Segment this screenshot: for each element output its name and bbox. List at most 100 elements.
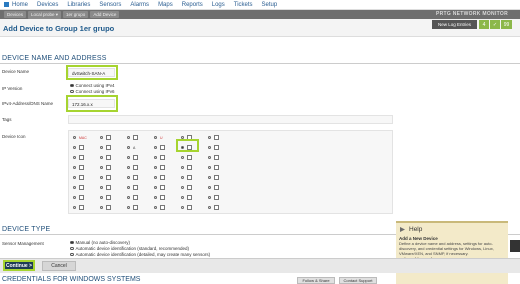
icon-option[interactable] [127, 183, 153, 192]
nav-devices[interactable]: Devices [37, 2, 58, 8]
device-icon [214, 165, 219, 170]
ipv6-radio[interactable]: Connect using IPv6 [70, 89, 115, 94]
icon-option[interactable] [208, 143, 234, 152]
device-icon [106, 195, 111, 200]
icon-option[interactable] [181, 173, 207, 182]
side-tab[interactable] [510, 240, 520, 252]
icon-option[interactable] [100, 193, 126, 202]
icon-option[interactable] [208, 153, 234, 162]
icon-option[interactable] [208, 173, 234, 182]
help-body: Define a device name and address, settin… [399, 241, 494, 256]
icon-option[interactable] [208, 133, 234, 142]
help-panel: Help Add a New Device Define a device na… [396, 221, 508, 284]
icon-option[interactable] [100, 153, 126, 162]
icon-option[interactable] [73, 183, 99, 192]
icon-option[interactable] [73, 173, 99, 182]
sensor-mgmt-manual-radio[interactable]: Manual (no auto-discovery) [70, 240, 130, 245]
icon-option[interactable]: MAC [73, 133, 99, 142]
icon-option[interactable] [127, 203, 153, 212]
nav-libraries[interactable]: Libraries [67, 2, 90, 8]
device-icon [187, 205, 192, 210]
icon-option[interactable] [208, 183, 234, 192]
icon-option[interactable] [181, 163, 207, 172]
icon-option[interactable] [181, 183, 207, 192]
icon-option[interactable] [73, 143, 99, 152]
device-name-label: Device Name [2, 69, 30, 74]
device-icon [214, 185, 219, 190]
page-title: Add Device to Group 1er grupo [3, 24, 115, 33]
icon-option[interactable] [73, 203, 99, 212]
ipv4-label: IPv4-Address/DNS Name [2, 101, 54, 106]
device-icon [160, 205, 165, 210]
device-icon [133, 165, 138, 170]
device-icon [214, 135, 219, 140]
icon-option[interactable] [208, 203, 234, 212]
device-icon [79, 165, 84, 170]
icon-option[interactable] [100, 183, 126, 192]
contact-support-button[interactable]: Contact Support [339, 277, 377, 284]
icon-option[interactable]: A [127, 143, 153, 152]
device-icon [106, 165, 111, 170]
ip-version-label: IP Version [2, 86, 23, 91]
device-icon [106, 185, 111, 190]
icon-option[interactable] [100, 143, 126, 152]
icon-option[interactable] [208, 193, 234, 202]
tags-input[interactable] [68, 115, 393, 124]
nav-setup[interactable]: Setup [262, 2, 278, 8]
icon-option[interactable] [154, 163, 180, 172]
check-icon[interactable]: ✓ [490, 20, 500, 29]
icon-option[interactable] [73, 193, 99, 202]
nav-maps[interactable]: Maps [158, 2, 173, 8]
device-icon [187, 195, 192, 200]
icon-option[interactable] [127, 163, 153, 172]
icon-option[interactable] [127, 153, 153, 162]
continue-button[interactable]: Continue > [3, 260, 35, 271]
icon-option[interactable] [73, 163, 99, 172]
device-icon [79, 155, 84, 160]
icon-option[interactable] [154, 153, 180, 162]
icon-option[interactable] [127, 173, 153, 182]
nav-reports[interactable]: Reports [182, 2, 203, 8]
nav-tickets[interactable]: Tickets [234, 2, 253, 8]
sensor-mgmt-detailed-radio[interactable]: Automatic device identification (detaile… [70, 252, 210, 257]
ipv4-radio[interactable]: Connect using IPv4 [70, 83, 115, 88]
icon-option[interactable] [100, 163, 126, 172]
nav-logs[interactable]: Logs [212, 2, 225, 8]
icon-option[interactable] [208, 163, 234, 172]
icon-option[interactable] [181, 193, 207, 202]
sensor-mgmt-auto-radio[interactable]: Automatic device identification (standar… [70, 246, 189, 251]
icon-option[interactable] [154, 173, 180, 182]
cancel-button[interactable]: Cancel [42, 261, 76, 271]
device-icon [160, 145, 165, 150]
icon-option[interactable] [127, 133, 153, 142]
icon-option[interactable] [154, 183, 180, 192]
ok-badge[interactable]: 99 [501, 20, 512, 29]
icon-option[interactable] [154, 203, 180, 212]
new-log-entries-button[interactable]: New Log Entries [432, 20, 477, 29]
icon-option[interactable] [100, 173, 126, 182]
icon-option[interactable] [181, 153, 207, 162]
icon-option[interactable] [154, 193, 180, 202]
footer-bar [0, 258, 520, 273]
home-icon[interactable] [4, 2, 9, 7]
nav-alarms[interactable]: Alarms [130, 2, 149, 8]
breadcrumb-item[interactable]: Devices [4, 11, 27, 18]
icon-option[interactable] [73, 153, 99, 162]
breadcrumb-item[interactable]: 1er grupo [63, 11, 89, 18]
icon-option[interactable] [100, 203, 126, 212]
device-icon [214, 145, 219, 150]
highlight-ipv4 [66, 95, 118, 112]
device-icon [133, 135, 138, 140]
icon-option[interactable] [181, 203, 207, 212]
nav-home[interactable]: Home [12, 2, 28, 8]
tags-label: Tags [2, 117, 12, 122]
icon-option[interactable] [100, 133, 126, 142]
nav-sensors[interactable]: Sensors [99, 2, 121, 8]
count-badge[interactable]: 4 [479, 20, 489, 29]
breadcrumb: Devices Local probe ▾ 1er grupo Add Devi… [0, 10, 520, 19]
device-icon [79, 195, 84, 200]
breadcrumb-item[interactable]: Local probe ▾ [28, 10, 62, 19]
icon-option[interactable] [127, 193, 153, 202]
follow-share-button[interactable]: Follow & Share [297, 277, 335, 284]
help-arrow-icon[interactable] [400, 227, 405, 232]
